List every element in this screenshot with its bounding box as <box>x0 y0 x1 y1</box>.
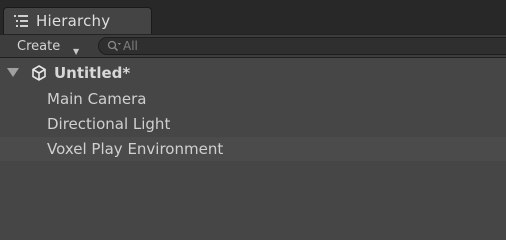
scene-row[interactable]: Untitled* <box>0 61 506 85</box>
hierarchy-toolbar: Create ▼ <box>0 34 506 58</box>
create-label: Create <box>17 39 61 54</box>
foldout-arrow-icon[interactable] <box>7 68 19 77</box>
list-icon <box>14 15 28 27</box>
search-input[interactable] <box>123 38 493 54</box>
unity-logo-icon <box>32 65 46 81</box>
scene-name: Untitled* <box>54 64 131 82</box>
tab-hierarchy[interactable]: Hierarchy <box>3 7 152 34</box>
item-label: Directional Light <box>47 115 171 133</box>
create-dropdown-button[interactable]: Create ▼ <box>9 37 85 56</box>
hierarchy-item-directional-light[interactable]: Directional Light <box>0 112 506 136</box>
item-label: Main Camera <box>47 90 147 108</box>
search-field[interactable] <box>98 37 506 55</box>
hierarchy-item-main-camera[interactable]: Main Camera <box>0 87 506 111</box>
dropdown-caret-icon: ▼ <box>73 47 80 56</box>
item-label: Voxel Play Environment <box>47 140 224 158</box>
hierarchy-item-voxel-play-environment[interactable]: Voxel Play Environment <box>0 137 506 161</box>
tab-label: Hierarchy <box>36 12 111 30</box>
search-icon <box>107 40 121 52</box>
tab-bar: Hierarchy <box>0 0 506 34</box>
